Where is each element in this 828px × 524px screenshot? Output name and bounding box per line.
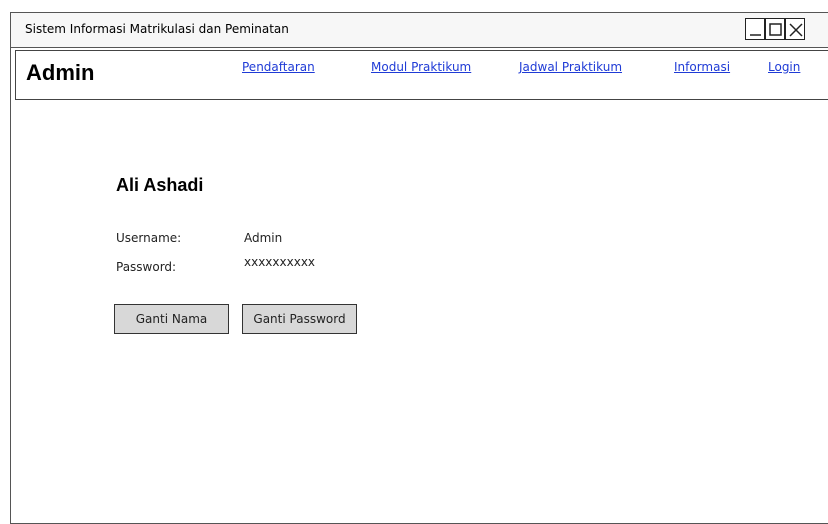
- change-password-button[interactable]: Ganti Password: [242, 304, 357, 334]
- top-navbar: Admin Pendaftaran Modul Praktikum Jadwal…: [15, 50, 828, 100]
- maximize-button[interactable]: [765, 18, 785, 40]
- change-name-button[interactable]: Ganti Nama: [114, 304, 229, 334]
- close-button[interactable]: [785, 18, 805, 40]
- window-title: Sistem Informasi Matrikulasi dan Peminat…: [25, 22, 289, 36]
- nav-link-login[interactable]: Login: [768, 60, 800, 74]
- username-label: Username:: [116, 231, 182, 245]
- maximize-icon: [769, 23, 782, 36]
- minimize-button[interactable]: [745, 18, 765, 40]
- nav-link-informasi[interactable]: Informasi: [674, 60, 730, 74]
- password-value: xxxxxxxxxx: [244, 255, 316, 269]
- brand-title: Admin: [26, 60, 95, 85]
- close-icon: [789, 23, 803, 37]
- profile-name: Ali Ashadi: [116, 175, 204, 195]
- nav-link-jadwal-praktikum[interactable]: Jadwal Praktikum: [519, 60, 622, 74]
- nav-link-pendaftaran[interactable]: Pendaftaran: [242, 60, 315, 74]
- password-label: Password:: [116, 260, 177, 274]
- title-bar: Sistem Informasi Matrikulasi dan Peminat…: [11, 13, 828, 48]
- nav-link-modul-praktikum[interactable]: Modul Praktikum: [371, 60, 471, 74]
- username-value: Admin: [244, 231, 283, 245]
- minimize-icon: [750, 34, 761, 36]
